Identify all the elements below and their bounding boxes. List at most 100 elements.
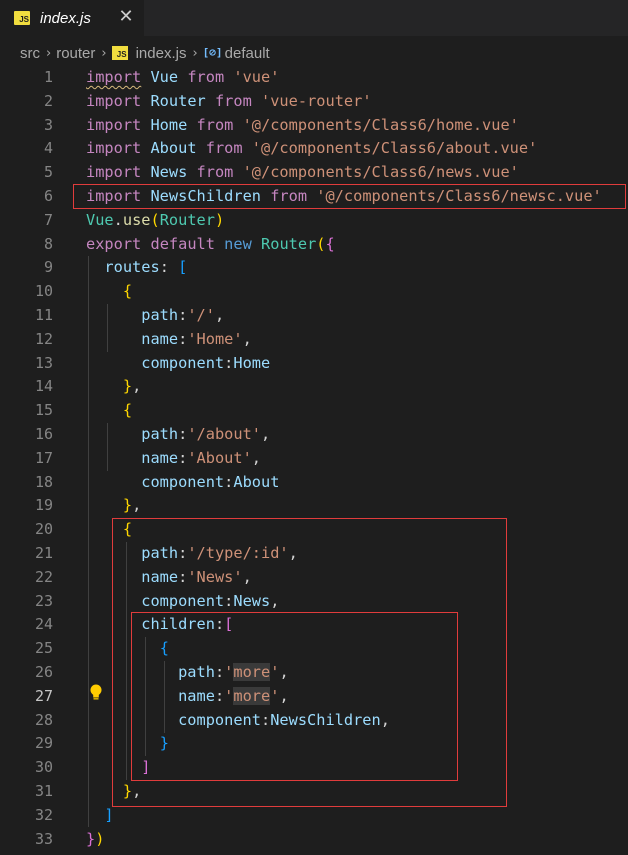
code-line[interactable]: 8 export default new Router({ — [0, 233, 628, 257]
line-number: 1 — [43, 68, 53, 86]
lightbulb-icon[interactable] — [88, 683, 104, 703]
code-token: ) — [214, 210, 225, 229]
code-line[interactable]: 33}) — [0, 828, 628, 852]
code-line[interactable]: 1 import Vue from 'vue' — [0, 66, 628, 90]
code-token: ] — [104, 805, 114, 824]
tab-bar: JS index.js ✕ — [0, 0, 628, 36]
line-number: 5 — [43, 163, 53, 182]
line-number: 2 — [43, 91, 53, 110]
code-line[interactable]: 14 }, — [0, 375, 628, 399]
code-line[interactable]: 13 component:Home — [0, 352, 628, 376]
code-line[interactable]: 32 ] — [0, 804, 628, 828]
indent-guide — [107, 304, 108, 352]
code-token: : — [224, 353, 234, 372]
line-number: 16 — [34, 425, 53, 443]
symbol-variable-icon: [⊘] — [202, 46, 223, 59]
code-token: path — [86, 306, 179, 324]
code-token: '/' — [187, 306, 215, 324]
code-token: ( — [150, 210, 160, 229]
code-token: : — [178, 425, 188, 443]
code-token: , — [251, 448, 262, 467]
code-token: : — [178, 448, 188, 467]
code-line[interactable]: 17 name:'About', — [0, 447, 628, 471]
code-token: 'About' — [187, 448, 252, 467]
line-number: 12 — [34, 329, 53, 348]
code-line[interactable]: 15 { — [0, 399, 628, 423]
code-text: }) — [86, 828, 104, 852]
line-number: 15 — [34, 401, 53, 420]
code-token: import — [86, 139, 142, 158]
code-text: Vue.use(Router) — [86, 209, 224, 233]
code-token: from — [187, 68, 225, 86]
code-token: from — [214, 91, 252, 110]
code-line[interactable]: 12 name:'Home', — [0, 328, 628, 352]
code-token: 'vue-router' — [261, 91, 372, 110]
code-token: } — [86, 829, 96, 848]
code-token: import — [86, 68, 142, 86]
code-line[interactable]: 5 import News from '@/components/Class6/n… — [0, 161, 628, 185]
code-editor[interactable]: 33}) 32 ] 31 }, 30 ] 29 } 28 component:NewsCh… — [0, 66, 628, 855]
code-token: Home — [141, 115, 197, 134]
code-line[interactable]: 11 path:'/', — [0, 304, 628, 328]
line-number: 7 — [43, 210, 53, 229]
code-line[interactable]: 18 component:About — [0, 471, 628, 495]
code-token: export — [86, 234, 142, 253]
code-token: import — [86, 163, 142, 182]
code-token: import — [86, 115, 142, 134]
breadcrumb-src[interactable]: src — [20, 45, 40, 62]
code-token: { — [122, 282, 133, 301]
code-token: Vue — [86, 210, 114, 229]
code-token: : — [224, 472, 234, 491]
code-token: , — [242, 329, 252, 348]
tab-index-js[interactable]: JS index.js ✕ — [0, 0, 144, 36]
code-token: About — [141, 139, 206, 158]
line-number: 32 — [34, 805, 53, 824]
code-token: component — [86, 472, 225, 491]
line-number: 19 — [34, 496, 53, 515]
code-line[interactable]: 10 { — [0, 280, 628, 304]
code-text: { — [86, 280, 132, 304]
code-token: import — [86, 91, 142, 110]
line-number: 30 — [34, 758, 53, 777]
code-line[interactable]: 3 import Home from '@/components/Class6/h… — [0, 114, 628, 138]
code-line[interactable]: 7 Vue.use(Router) — [0, 209, 628, 233]
code-token: ( — [316, 234, 326, 253]
line-number: 3 — [43, 115, 53, 134]
code-line[interactable]: 2 import Router from 'vue-router' — [0, 90, 628, 114]
code-text: import News from '@/components/Class6/ne… — [86, 161, 519, 185]
code-line[interactable]: 9 routes: [ — [0, 256, 628, 280]
code-token: Router — [261, 234, 317, 253]
code-token: from — [196, 115, 234, 134]
code-token: use — [122, 210, 151, 229]
code-token: Vue — [141, 68, 188, 86]
code-token: News — [141, 163, 197, 182]
code-text: { — [86, 399, 132, 423]
line-number: 23 — [34, 591, 53, 610]
code-token: : — [178, 329, 188, 348]
breadcrumb-file[interactable]: index.js — [136, 45, 187, 62]
line-number: 27 — [34, 686, 53, 705]
code-token: } — [122, 377, 133, 396]
code-line[interactable]: 16 path:'/about', — [0, 423, 628, 447]
code-text: component:About — [86, 471, 279, 495]
breadcrumb-router[interactable]: router — [56, 45, 95, 62]
breadcrumb-symbol[interactable]: default — [225, 45, 270, 62]
code-token: path — [86, 425, 179, 443]
line-number: 17 — [34, 448, 53, 467]
code-token: component — [86, 353, 225, 372]
code-text: import Home from '@/components/Class6/ho… — [86, 114, 519, 138]
code-token: 'vue' — [233, 68, 280, 86]
close-icon[interactable]: ✕ — [116, 7, 136, 27]
code-line[interactable]: 19 }, — [0, 494, 628, 518]
line-number: 6 — [43, 187, 53, 205]
code-text: import Router from 'vue-router' — [86, 90, 372, 114]
code-token: from — [196, 163, 234, 182]
line-number: 31 — [34, 782, 53, 800]
line-number: 29 — [34, 734, 53, 753]
line-number: 20 — [34, 520, 53, 539]
code-line[interactable]: 4 import About from '@/components/Class6/… — [0, 137, 628, 161]
code-token: from — [205, 139, 243, 158]
